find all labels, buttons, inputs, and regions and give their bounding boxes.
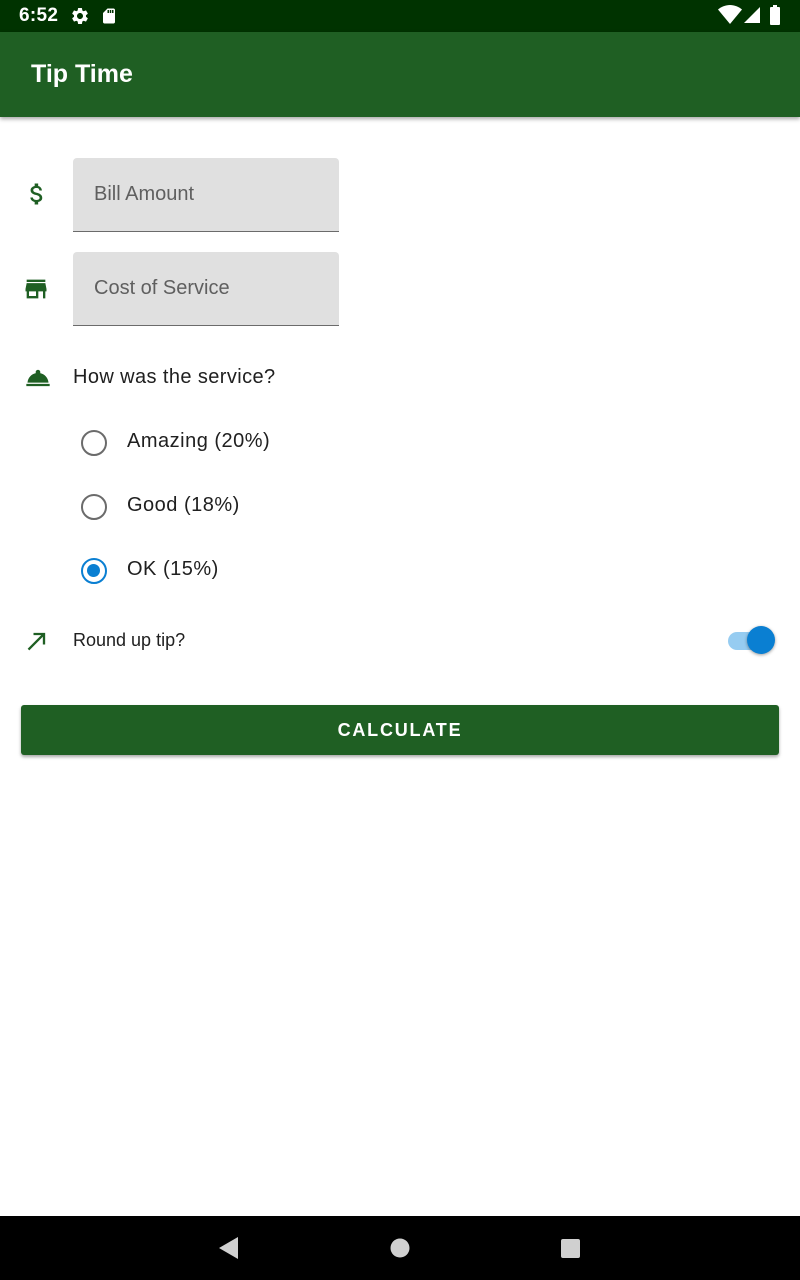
tip-option-label: Good (18%) [127,494,240,516]
radio-unchecked-icon[interactable] [81,430,107,456]
signal-icon [744,7,760,28]
back-icon[interactable] [219,1237,239,1264]
dollar-icon [23,180,51,213]
tip-option-label: OK (15%) [127,558,219,580]
bill-amount-field[interactable] [73,158,339,232]
status-time: 6:52 [19,5,59,26]
recents-icon[interactable] [561,1239,580,1263]
status-bar: 6:52 [0,0,800,32]
home-icon[interactable] [390,1238,410,1263]
sd-card-icon [100,6,118,31]
room-service-icon [23,364,53,397]
calculate-button[interactable]: CALCULATE [21,705,779,755]
bill-amount-input[interactable] [73,158,339,231]
app-bar: Tip Time [0,32,800,117]
settings-icon [70,6,90,31]
round-up-label: Round up tip? [73,630,186,650]
round-up-switch[interactable] [726,626,776,656]
battery-icon [770,5,780,30]
app-title: Tip Time [31,60,133,88]
tip-option-label: Amazing (20%) [127,430,271,452]
trending-up-icon [23,627,51,660]
tip-option-good[interactable]: Good (18%) [78,486,378,526]
cost-of-service-field[interactable] [73,252,339,326]
storefront-icon [22,275,50,308]
wifi-icon [718,5,742,30]
navigation-bar [0,1216,800,1280]
radio-checked-icon[interactable] [81,558,107,584]
service-question: How was the service? [73,366,276,388]
radio-unchecked-icon[interactable] [81,494,107,520]
tip-option-amazing[interactable]: Amazing (20%) [78,422,378,462]
radio-dot [87,564,100,577]
tip-option-ok[interactable]: OK (15%) [78,550,378,590]
switch-thumb[interactable] [747,626,775,654]
cost-of-service-input[interactable] [73,252,339,325]
